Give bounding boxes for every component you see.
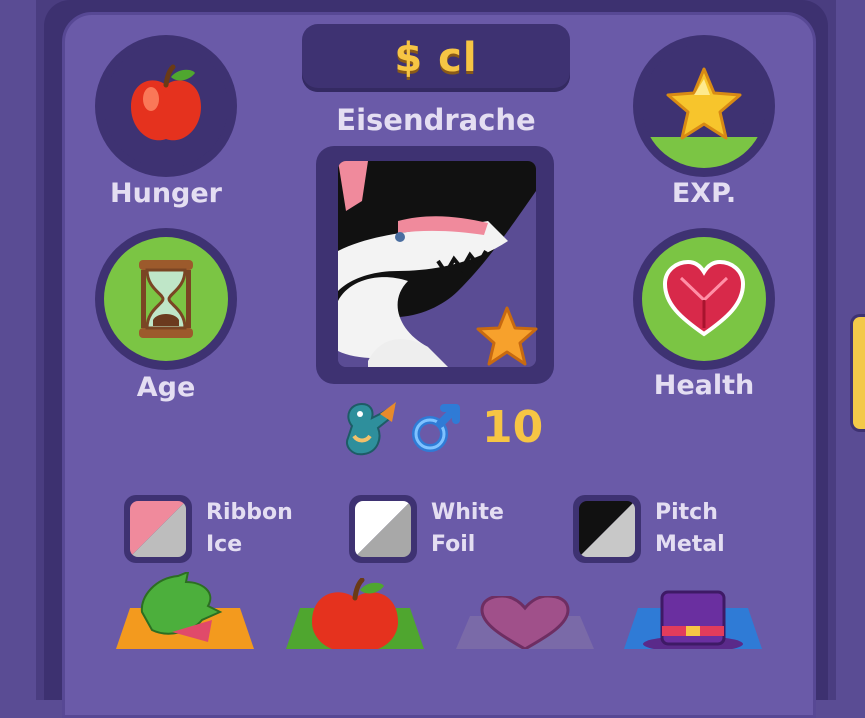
- gene-primary[interactable]: Ribbon Ice: [124, 492, 293, 566]
- exp-meter[interactable]: [633, 35, 775, 177]
- dragon-button[interactable]: [112, 572, 258, 649]
- hunger-meter[interactable]: [95, 35, 237, 177]
- gene-swatch-secondary: [349, 495, 417, 563]
- top-hat-button[interactable]: [620, 586, 766, 649]
- gene-tertiary-name: Pitch: [655, 500, 718, 525]
- pet-breed: Eisendrache: [336, 103, 536, 137]
- gene-primary-type: Ice: [206, 532, 243, 557]
- gene-secondary-name: White: [431, 500, 504, 525]
- pet-level: 10: [482, 402, 544, 453]
- exp-label: EXP.: [671, 178, 737, 209]
- pet-name: $ cl: [394, 35, 478, 81]
- health-label: Health: [653, 370, 755, 401]
- health-meter[interactable]: [633, 228, 775, 370]
- heart-button[interactable]: [452, 596, 598, 649]
- hourglass-icon: [139, 260, 193, 338]
- gene-secondary-type: Foil: [431, 532, 476, 557]
- male-symbol-icon: [412, 404, 460, 452]
- gene-tertiary-type: Metal: [655, 532, 725, 557]
- age-meter[interactable]: [95, 228, 237, 370]
- apple-button[interactable]: [282, 578, 428, 649]
- pet-name-box[interactable]: $ cl: [302, 24, 570, 92]
- hunger-label: Hunger: [110, 178, 222, 209]
- favorite-star-icon[interactable]: [474, 304, 540, 368]
- gene-tertiary[interactable]: Pitch Metal: [573, 492, 725, 566]
- star-icon: [666, 67, 742, 140]
- age-label: Age: [136, 372, 196, 403]
- gene-swatch-tertiary: [573, 495, 641, 563]
- gene-swatch-primary: [124, 495, 192, 563]
- apple-icon: [131, 64, 201, 141]
- gene-secondary[interactable]: White Foil: [349, 492, 504, 566]
- gene-primary-name: Ribbon: [206, 500, 293, 525]
- side-tab[interactable]: [850, 314, 865, 432]
- dragon-icon: [346, 402, 397, 456]
- heart-icon: [662, 259, 746, 337]
